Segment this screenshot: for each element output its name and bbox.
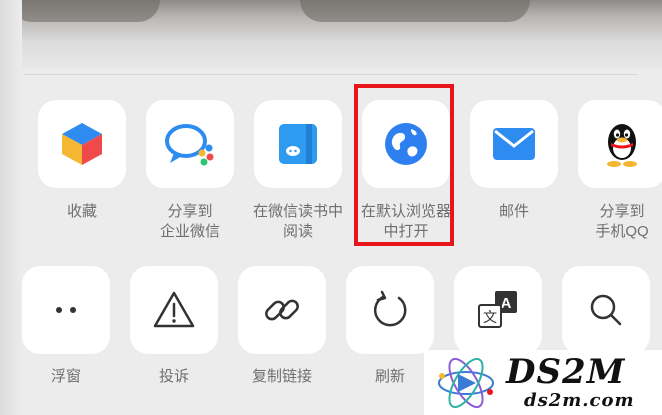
qq-penguin-icon: [607, 124, 637, 167]
watermark: DS2M ds2m.com: [424, 350, 662, 415]
wecom-icon: [165, 124, 214, 166]
translate-button[interactable]: A 文: [454, 266, 542, 354]
watermark-title: DS2M: [506, 352, 626, 392]
translate-icon: A 文: [478, 291, 517, 328]
search-icon: [590, 294, 622, 326]
share-qq-button[interactable]: [578, 100, 662, 188]
weread-icon: [279, 124, 317, 164]
partial-tile-edge: [0, 0, 22, 415]
report-button[interactable]: [130, 266, 218, 354]
atom-logo-icon: [438, 357, 494, 409]
link-icon: [265, 299, 299, 321]
float-window-label: 浮窗: [50, 368, 81, 385]
svg-text:文: 文: [483, 310, 497, 326]
share-qq-label: 分享到 手机QQ: [595, 203, 649, 240]
warning-icon: [153, 291, 195, 328]
share-wecom-button[interactable]: [146, 100, 234, 188]
refresh-button[interactable]: [346, 266, 434, 354]
float-window-button[interactable]: [22, 266, 110, 354]
float-dots-icon: [56, 307, 76, 313]
report-label: 投诉: [158, 368, 189, 385]
highlight-box: [354, 84, 454, 246]
search-button[interactable]: [562, 266, 650, 354]
mail-button[interactable]: [470, 100, 558, 188]
copy-link-button[interactable]: [238, 266, 326, 354]
sheet-divider: [24, 74, 638, 75]
favorite-label: 收藏: [66, 203, 97, 220]
mail-label: 邮件: [498, 203, 529, 220]
refresh-icon: [373, 290, 407, 327]
svg-text:A: A: [501, 295, 512, 312]
weread-button[interactable]: [254, 100, 342, 188]
cube-icon: [62, 123, 102, 165]
blurred-content-background: [0, 0, 662, 70]
mail-icon: [493, 128, 535, 160]
watermark-subtitle: ds2m.com: [524, 390, 635, 411]
copy-link-label: 复制链接: [251, 368, 312, 385]
share-wecom-label: 分享到 企业微信: [159, 203, 220, 240]
weread-label: 在微信读书中 阅读: [252, 203, 343, 240]
favorite-button[interactable]: [38, 100, 126, 188]
